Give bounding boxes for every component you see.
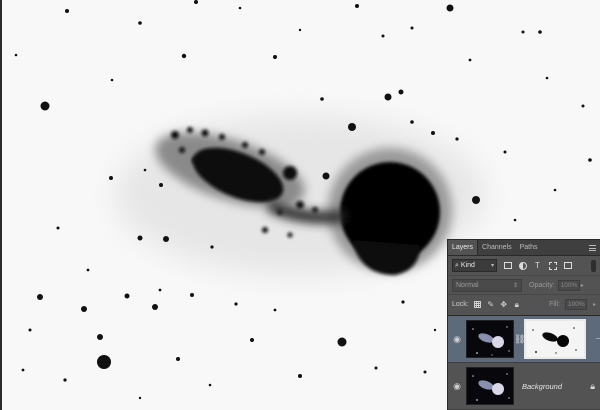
fill-label: Fill: — [549, 301, 560, 308]
mask-link-icon[interactable]: ⛓︎ — [514, 334, 525, 345]
shape-filter-icon[interactable] — [548, 261, 557, 270]
tab-channels[interactable]: Channels — [478, 240, 516, 255]
panel-menu-icon[interactable] — [589, 245, 596, 251]
background-thumbnail[interactable] — [466, 367, 514, 405]
visibility-eye-icon[interactable]: ◉ — [448, 363, 466, 409]
visibility-eye-icon[interactable]: ◉ — [448, 316, 466, 362]
layer-list: ◉ ⛓︎ ◉ Background 🔒︎ — [448, 315, 600, 410]
lock-icon: 🔒︎ — [590, 380, 595, 391]
smart-object-filter-icon[interactable] — [563, 261, 572, 270]
lock-row: Lock: ✎ ✥ 🔒︎ Fill: 100% ▸ — [448, 294, 600, 314]
chevron-updown-icon: ⇕ — [512, 282, 518, 289]
layer-row-background[interactable]: ◉ Background 🔒︎ — [448, 363, 600, 410]
lock-pixels-icon[interactable]: ✎ — [487, 300, 495, 309]
layer-row-masked[interactable]: ◉ ⛓︎ — [448, 316, 600, 363]
opacity-field[interactable]: 100% — [557, 279, 580, 291]
tab-layers[interactable]: Layers — [448, 240, 479, 255]
galaxy-thumbnail-image — [467, 321, 513, 357]
mask-thumbnail-image — [526, 321, 584, 357]
chevron-down-icon: ▾ — [490, 263, 494, 269]
fill-field[interactable]: 100% — [564, 299, 587, 310]
filter-kind-label: Kind — [460, 262, 475, 269]
lock-transparent-icon[interactable] — [474, 301, 482, 309]
layer-mask-thumbnail[interactable] — [524, 319, 586, 359]
layer-filter-row: ⌕ Kind ▾ T — [448, 256, 600, 275]
layers-panel: Layers Channels Paths ⌕ Kind ▾ T Normal … — [447, 239, 600, 410]
filter-kind-select[interactable]: ⌕ Kind ▾ — [452, 259, 497, 272]
image-filter-icon[interactable] — [503, 261, 512, 270]
galaxy-thumbnail-image — [467, 368, 513, 404]
layer-thumbnail[interactable] — [466, 320, 514, 358]
search-icon: ⌕ — [455, 261, 459, 269]
fill-dropdown-icon[interactable]: ▸ — [593, 301, 596, 308]
filter-toggle-switch[interactable] — [591, 259, 596, 272]
layer-row-indicator — [596, 338, 600, 339]
lock-position-icon[interactable]: ✥ — [500, 300, 508, 309]
type-filter-icon[interactable]: T — [533, 261, 542, 270]
blend-mode-select[interactable]: Normal ⇕ — [452, 278, 522, 292]
left-ruler-edge — [0, 0, 2, 410]
opacity-dropdown-icon[interactable]: ▸ — [581, 282, 584, 289]
blend-row: Normal ⇕ Opacity: 100% ▸ — [448, 275, 600, 294]
layer-name[interactable]: Background — [522, 382, 562, 391]
adjustment-filter-icon[interactable] — [518, 261, 527, 270]
opacity-label: Opacity: — [529, 281, 555, 289]
panel-tab-bar: Layers Channels Paths — [448, 240, 600, 256]
tab-paths[interactable]: Paths — [516, 240, 542, 255]
blend-mode-value: Normal — [456, 281, 479, 289]
lock-label: Lock: — [452, 301, 469, 308]
lock-all-icon[interactable]: 🔒︎ — [513, 300, 521, 309]
